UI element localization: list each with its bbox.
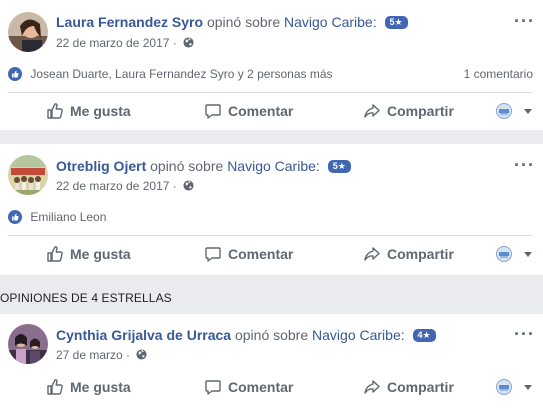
like-label: Me gusta — [70, 246, 131, 262]
reactions-text[interactable]: Emiliano Leon — [30, 210, 106, 224]
globe-icon[interactable] — [136, 349, 147, 360]
post-date[interactable]: 22 de marzo de 2017 · — [56, 179, 177, 193]
post-actions: Me gusta Comentar Compartir — [0, 370, 543, 404]
audience-selector[interactable] — [496, 94, 532, 128]
post-header: Otreblig Ojert opinó sobre Navigo Caribe… — [56, 158, 351, 174]
page-link[interactable]: Navigo Caribe: — [227, 158, 320, 174]
like-label: Me gusta — [70, 379, 131, 395]
review-post-1: Laura Fernandez Syro opinó sobre Navigo … — [0, 0, 543, 130]
review-post-3: Cynthia Grijalva de Urraca opinó sobre N… — [0, 314, 543, 408]
rating-badge: 5★ — [384, 16, 408, 29]
comments-count[interactable]: 1 comentario — [464, 67, 533, 81]
share-button[interactable]: Compartir — [363, 370, 454, 404]
share-button[interactable]: Compartir — [363, 237, 454, 271]
audience-selector[interactable] — [496, 370, 532, 404]
comment-icon — [205, 380, 221, 395]
post-header: Laura Fernandez Syro opinó sobre Navigo … — [56, 14, 408, 30]
reactions-summary[interactable]: Josean Duarte, Laura Fernandez Syro y 2 … — [8, 67, 533, 81]
post-header: Cynthia Grijalva de Urraca opinó sobre N… — [56, 327, 436, 343]
rating-badge: 5★ — [327, 160, 351, 173]
audience-selector[interactable] — [496, 237, 532, 271]
divider — [8, 92, 533, 93]
share-label: Compartir — [387, 246, 454, 262]
like-button[interactable]: Me gusta — [46, 94, 131, 128]
avatar[interactable] — [8, 155, 48, 195]
like-reaction-icon — [8, 67, 22, 81]
author-name[interactable]: Cynthia Grijalva de Urraca — [56, 327, 231, 343]
action-text: opinó sobre — [150, 158, 224, 174]
review-post-2: Otreblig Ojert opinó sobre Navigo Caribe… — [0, 144, 543, 275]
page-avatar-icon — [496, 103, 512, 119]
globe-icon[interactable] — [183, 180, 194, 191]
author-name[interactable]: Otreblig Ojert — [56, 158, 146, 174]
reactions-text[interactable]: Josean Duarte, Laura Fernandez Syro y 2 … — [30, 67, 332, 81]
thumbs-up-icon — [47, 246, 63, 262]
chevron-down-icon — [524, 108, 532, 114]
page-avatar-icon — [496, 379, 512, 395]
more-options-icon[interactable]: ··· — [514, 325, 535, 343]
more-options-icon[interactable]: ··· — [514, 156, 535, 174]
page-link[interactable]: Navigo Caribe: — [284, 14, 377, 30]
avatar[interactable] — [8, 12, 48, 52]
like-button[interactable]: Me gusta — [46, 237, 131, 271]
share-label: Compartir — [387, 379, 454, 395]
share-button[interactable]: Compartir — [363, 94, 454, 128]
action-text: opinó sobre — [206, 14, 281, 30]
share-label: Compartir — [387, 103, 454, 119]
action-text: opinó sobre — [234, 327, 309, 343]
reactions-summary[interactable]: Emiliano Leon — [8, 210, 533, 224]
share-icon — [364, 380, 380, 394]
more-options-icon[interactable]: ··· — [514, 12, 535, 30]
chevron-down-icon — [524, 384, 532, 390]
post-actions: Me gusta Comentar Compartir — [0, 94, 543, 128]
thumbs-up-icon — [47, 103, 63, 119]
comment-label: Comentar — [228, 379, 294, 395]
share-icon — [364, 247, 380, 261]
comment-label: Comentar — [228, 246, 294, 262]
comment-button[interactable]: Comentar — [204, 370, 293, 404]
divider — [8, 235, 533, 236]
section-header: OPINIONES DE 4 ESTRELLAS — [0, 291, 172, 305]
post-meta: 22 de marzo de 2017 · — [56, 179, 194, 193]
comment-button[interactable]: Comentar — [204, 94, 293, 128]
like-reaction-icon — [8, 210, 22, 224]
like-label: Me gusta — [70, 103, 131, 119]
globe-icon[interactable] — [183, 37, 194, 48]
post-date[interactable]: 22 de marzo de 2017 · — [56, 36, 177, 50]
post-meta: 22 de marzo de 2017 · — [56, 36, 194, 50]
post-date[interactable]: 27 de marzo · — [56, 348, 130, 362]
page-link[interactable]: Navigo Caribe: — [312, 327, 405, 343]
comment-label: Comentar — [228, 103, 294, 119]
avatar[interactable] — [8, 324, 48, 364]
comment-icon — [205, 104, 221, 119]
comment-button[interactable]: Comentar — [204, 237, 293, 271]
post-meta: 27 de marzo · — [56, 348, 147, 362]
author-name[interactable]: Laura Fernandez Syro — [56, 14, 203, 30]
rating-badge: 4★ — [412, 329, 436, 342]
share-icon — [364, 104, 380, 118]
like-button[interactable]: Me gusta — [46, 370, 131, 404]
thumbs-up-icon — [47, 379, 63, 395]
post-actions: Me gusta Comentar Compartir — [0, 237, 543, 271]
chevron-down-icon — [524, 251, 532, 257]
comment-icon — [205, 247, 221, 262]
page-avatar-icon — [496, 246, 512, 262]
